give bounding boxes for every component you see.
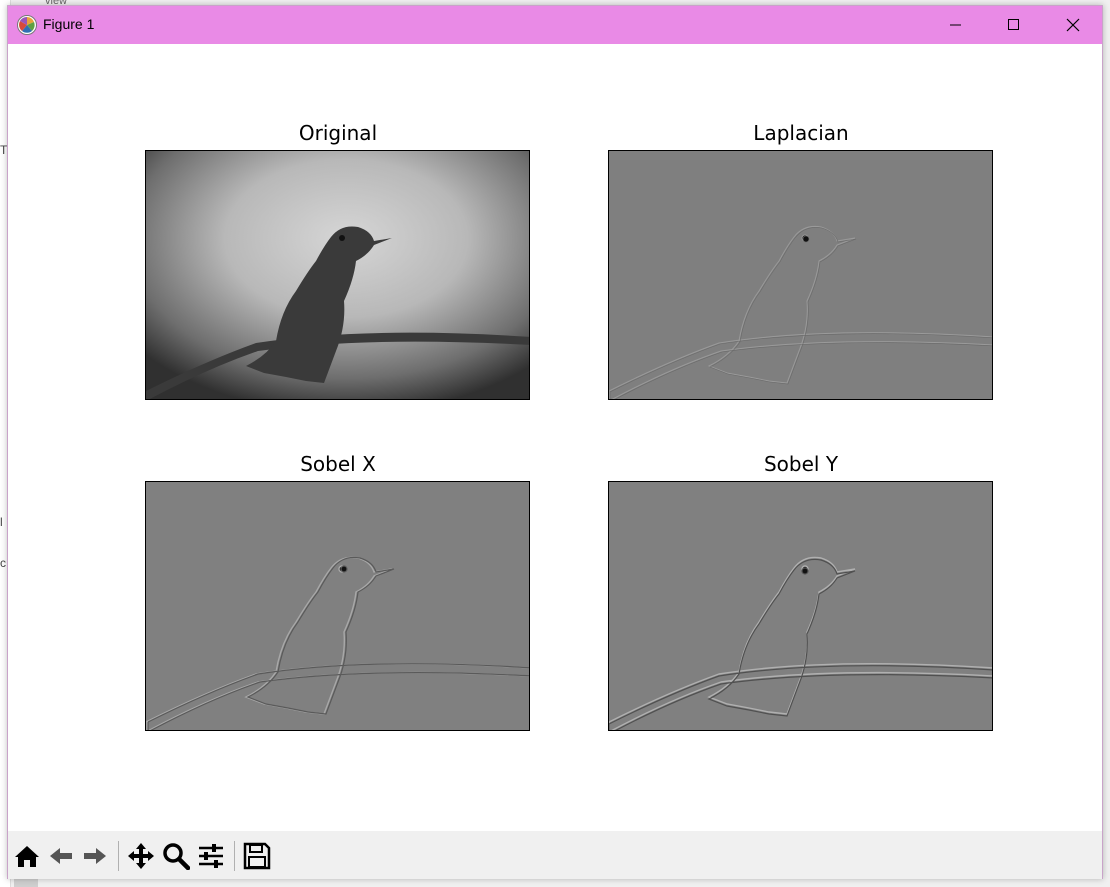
subplot-title-sobel-x: Sobel X — [300, 452, 376, 476]
maximize-icon — [1008, 19, 1019, 30]
pan-icon — [128, 843, 154, 869]
close-button[interactable] — [1044, 6, 1102, 44]
figure-canvas[interactable]: Original Laplacian Sobel X Sobel Y — [8, 44, 1102, 831]
navigation-toolbar — [8, 831, 1102, 879]
subplot-original-image — [145, 150, 530, 400]
minimize-icon — [950, 24, 961, 26]
subplot-sobel-y-image — [608, 481, 993, 731]
subplot-laplacian-image — [608, 150, 993, 400]
save-button[interactable] — [242, 841, 272, 871]
home-icon — [15, 846, 39, 867]
subplot-title-original: Original — [298, 121, 378, 145]
pan-button[interactable] — [126, 841, 156, 871]
configure-subplots-icon — [199, 844, 223, 868]
subplot-sobel-x-image — [145, 481, 530, 731]
back-icon — [50, 848, 72, 864]
zoom-icon — [163, 843, 190, 870]
forward-icon — [84, 848, 106, 864]
home-button[interactable] — [12, 841, 42, 871]
toolbar-separator — [234, 841, 235, 871]
background-letter: l — [0, 515, 3, 529]
toolbar-separator — [118, 841, 119, 871]
subplot-title-sobel-y: Sobel Y — [763, 452, 839, 476]
background-letter: c — [0, 556, 6, 570]
zoom-button[interactable] — [161, 841, 191, 871]
configure-subplots-button[interactable] — [196, 841, 226, 871]
window-title: Figure 1 — [43, 16, 95, 32]
matplotlib-app-icon — [17, 15, 37, 35]
maximize-button[interactable] — [985, 6, 1043, 44]
back-button[interactable] — [46, 841, 76, 871]
save-icon — [243, 842, 271, 870]
figure-window: Figure 1 Original Laplacian Sobel X Sobe… — [7, 5, 1103, 879]
title-bar[interactable]: Figure 1 — [8, 6, 1102, 44]
subplot-title-laplacian: Laplacian — [753, 121, 849, 145]
close-icon — [1066, 18, 1080, 32]
minimize-button[interactable] — [927, 6, 985, 44]
forward-button[interactable] — [80, 841, 110, 871]
